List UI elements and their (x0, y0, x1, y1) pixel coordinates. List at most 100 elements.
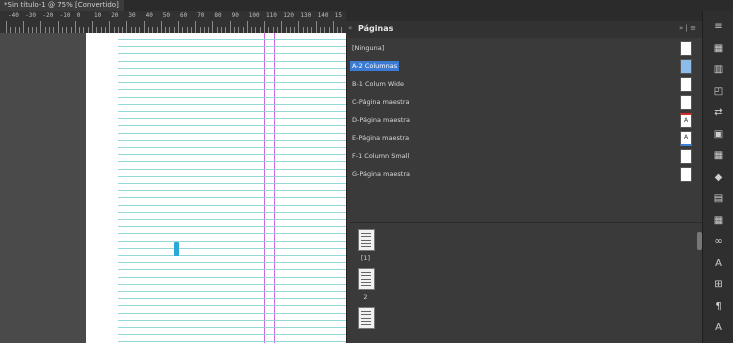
master-prefix-mark: A (684, 117, 689, 124)
ruler-label: 70 (197, 12, 205, 19)
ruler-tick (281, 21, 283, 33)
window-icon[interactable]: ◰ (703, 82, 733, 102)
baseline-grid-line (118, 96, 348, 98)
master-page-item[interactable]: A-2 Columnas (350, 59, 694, 74)
baseline-grid-line (118, 161, 348, 163)
master-page-item[interactable]: D-Página maestra A (350, 113, 694, 128)
panel-menu-icon[interactable]: » | ≡ (679, 24, 696, 32)
baseline-grid-line (118, 39, 348, 40)
ruler-tick (315, 21, 317, 33)
baseline-grid-line (118, 219, 348, 220)
ruler-tick (160, 21, 162, 33)
master-page-item[interactable]: B-1 Colum Wide (350, 77, 694, 92)
thumb-line (361, 314, 371, 316)
document-tab[interactable]: *Sin título-1 @ 75% [Convertido] × (0, 0, 124, 11)
master-page-item[interactable]: F-1 Column Small (350, 149, 694, 164)
baseline-grid-line (118, 82, 348, 84)
baseline-grid-line (118, 183, 348, 184)
align-icon[interactable]: ▣ (703, 125, 733, 145)
master-page-item[interactable]: G-Página maestra (350, 167, 694, 182)
page-item[interactable]: 2 (358, 268, 380, 301)
collapse-icon[interactable]: « (348, 24, 352, 32)
master-page-thumbnail[interactable]: A (680, 113, 692, 128)
table-icon[interactable]: ¶ (703, 297, 733, 317)
doc-icon[interactable]: ▥ (703, 60, 733, 80)
ruler-tick (40, 21, 42, 33)
column-guide (264, 33, 265, 343)
page-item[interactable]: [1] (358, 229, 380, 262)
baseline-grid-line (118, 283, 348, 285)
master-page-label: B-1 Colum Wide (352, 80, 405, 88)
thumb-line (361, 246, 371, 248)
baseline-grid-line (118, 111, 348, 112)
baseline-grid-line (118, 327, 348, 328)
thumb-line (361, 317, 371, 319)
ruler-tick (92, 21, 93, 33)
ruler-tick (195, 21, 197, 33)
ruler-label: 40 (145, 12, 153, 19)
ruler-label: 0 (76, 12, 81, 19)
ruler-tick (298, 21, 300, 33)
baseline-grid-line (118, 262, 348, 264)
master-page-thumbnail[interactable] (680, 59, 692, 74)
close-tab-icon[interactable]: × (123, 1, 124, 9)
master-page-item[interactable]: [Ninguna] (350, 41, 694, 56)
pages-panel-header[interactable]: « Páginas » | ≡ (346, 21, 702, 38)
master-page-thumbnail[interactable] (680, 149, 692, 164)
master-page-thumbnail[interactable] (680, 41, 692, 56)
baseline-grid-line (118, 334, 348, 336)
page-thumbnail[interactable] (358, 229, 375, 251)
master-page-thumbnail[interactable] (680, 77, 692, 92)
ruler-tick (23, 21, 25, 33)
grid-icon[interactable]: ▦ (703, 39, 733, 59)
baseline-grid-line (118, 60, 348, 62)
frame-icon[interactable]: ▦ (703, 146, 733, 166)
master-page-thumbnail[interactable]: A (680, 131, 692, 146)
ruler-label: 140 (317, 12, 329, 19)
page-thumbnail[interactable] (358, 268, 375, 290)
stroke-icon[interactable]: ▤ (703, 189, 733, 209)
ruler-tick (143, 21, 145, 33)
page-item[interactable] (358, 307, 380, 332)
baseline-grid-line (118, 319, 348, 321)
ruler-label: 90 (231, 12, 239, 19)
swatch-icon[interactable]: ◆ (703, 168, 733, 188)
thumb-line (361, 242, 371, 244)
master-page-label: D-Página maestra (352, 116, 410, 124)
text-wrap-icon[interactable]: ⇄ (703, 103, 733, 123)
link-icon[interactable]: ∞ (703, 232, 733, 252)
baseline-grid-line (118, 154, 348, 156)
panel-dock: ≡ ▦ ▥ ◰ ⇄ ▣ ▦ ◆ ▤ ▦ ∞ A ⊞ ¶ A (702, 11, 733, 343)
layers-icon[interactable]: ▦ (703, 211, 733, 231)
char-styles-icon[interactable]: A (703, 318, 733, 338)
master-page-label: [Ninguna] (352, 44, 385, 52)
ruler-label: 15 (334, 12, 343, 19)
baseline-grid-line (118, 53, 348, 55)
document-title: *Sin título-1 @ 75% [Convertido] (4, 1, 119, 9)
ruler-tick (178, 21, 179, 33)
page-number: [1] (360, 254, 371, 262)
panel-divider[interactable] (350, 222, 702, 223)
thumb-line (361, 275, 371, 277)
master-page-thumbnail[interactable] (680, 167, 692, 182)
panel-title[interactable]: Páginas (358, 24, 393, 33)
thumb-line (361, 285, 371, 287)
page-thumbnail[interactable] (358, 307, 375, 329)
horizontal-ruler[interactable]: -40 -30 -20 -10 0 10 20 30 40 50 60 70 80 90 100 110 120… (0, 11, 347, 34)
master-page-thumbnail[interactable] (680, 95, 692, 110)
master-page-label: G-Página maestra (352, 170, 410, 178)
thumb-line (361, 236, 371, 238)
thumb-line (361, 278, 371, 280)
master-page-item[interactable]: C-Página maestra (350, 95, 694, 110)
≡-icon[interactable]: ≡ (703, 17, 733, 37)
baseline-grid-line (118, 197, 348, 199)
baseline-grid-line (118, 190, 348, 192)
char-icon[interactable]: A (703, 254, 733, 274)
ruler-tick (126, 21, 128, 33)
paragraph-icon[interactable]: ⊞ (703, 275, 733, 295)
ruler-label: 10 (94, 12, 102, 19)
master-page-item[interactable]: E-Página maestra A (350, 131, 694, 146)
document-page[interactable] (86, 33, 348, 343)
ruler-tick (229, 21, 231, 33)
baseline-grid-line (118, 118, 348, 120)
